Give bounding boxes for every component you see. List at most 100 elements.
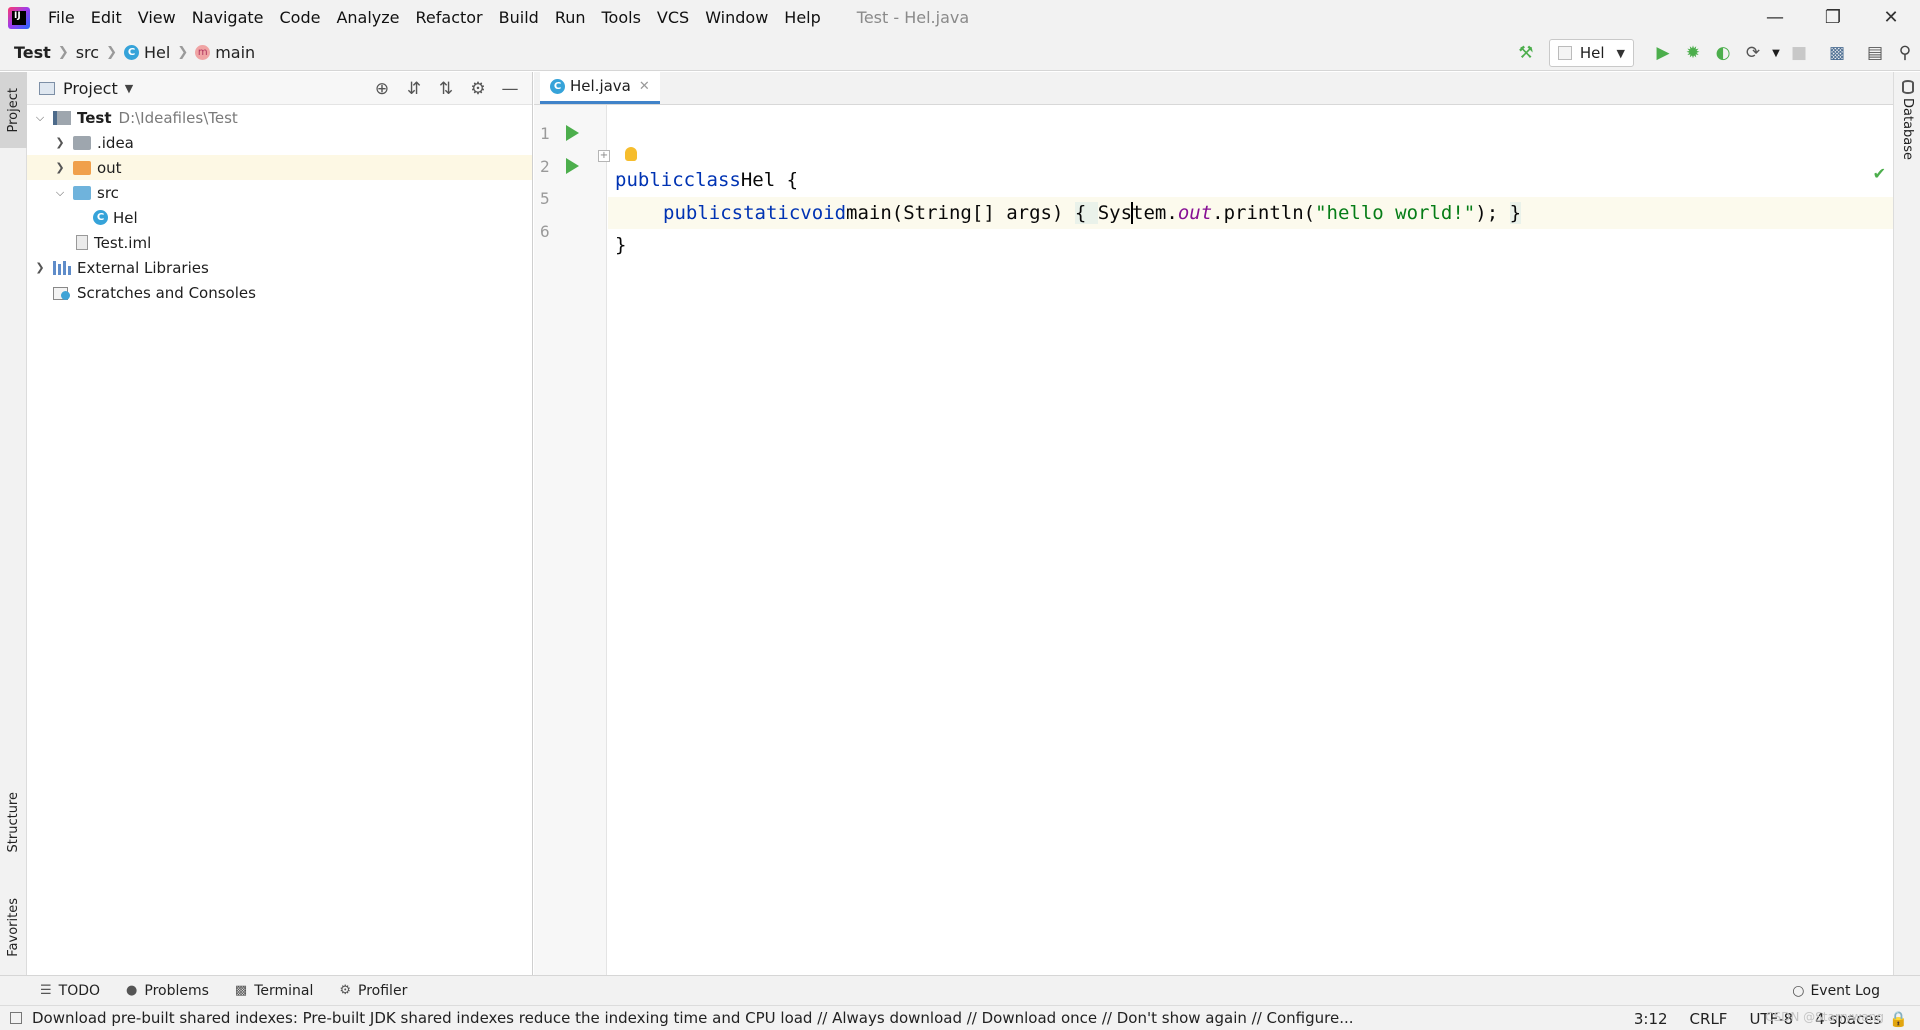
chevron-down-icon[interactable]: ⌵ [33, 111, 47, 125]
status-message[interactable]: Download pre-built shared indexes: Pre-b… [32, 1009, 1354, 1027]
chevron-right-icon[interactable]: ❯ [53, 161, 67, 174]
line-number: 2 [540, 157, 550, 176]
status-notification-icon[interactable] [10, 1012, 22, 1024]
build-hammer-icon[interactable]: ⚒ [1511, 38, 1541, 68]
status-bar: Download pre-built shared indexes: Pre-b… [0, 1005, 1920, 1030]
locate-file-icon[interactable]: ⊕ [366, 79, 398, 99]
menu-refactor[interactable]: Refactor [408, 0, 491, 35]
class-icon: C [123, 45, 139, 60]
intellij-logo-icon: IJ [8, 6, 30, 29]
tree-item-scratches[interactable]: Scratches and Consoles [27, 280, 532, 305]
tree-item-hel[interactable]: C Hel [27, 205, 532, 230]
caret-position[interactable]: 3:12 [1634, 1010, 1668, 1028]
tool-window-problems[interactable]: ● Problems [126, 983, 209, 999]
collapse-all-icon[interactable]: ⇅ [430, 79, 462, 99]
more-run-options-icon[interactable]: ▼ [1768, 38, 1784, 68]
tool-tab-project[interactable]: Project [0, 72, 27, 148]
tree-item-test-iml[interactable]: Test.iml [27, 230, 532, 255]
project-structure-icon[interactable]: ▩ [1822, 38, 1852, 68]
problems-icon: ● [126, 983, 138, 998]
folder-icon [73, 135, 91, 150]
method-icon: m [195, 45, 211, 60]
restore-icon[interactable]: ❐ [1804, 0, 1862, 35]
code-editor: C Hel.java ✕ 1 2 5 6 + public class Hel … [534, 71, 1894, 975]
fold-expand-icon[interactable]: + [598, 150, 610, 162]
chevron-right-icon[interactable]: ❯ [33, 261, 47, 274]
run-class-gutter-icon[interactable] [566, 125, 579, 141]
debug-bug-icon[interactable]: ✹ [1678, 38, 1708, 68]
breadcrumb-src[interactable]: src ❯ [76, 43, 124, 62]
search-everywhere-icon[interactable]: ⚲ [1890, 38, 1920, 68]
menu-help[interactable]: Help [776, 0, 828, 35]
main-toolbar: ⚒ Hel ▼ ▶ ✹ ◐ ⟳ ▼ ■ ▩ ▤ ⚲ [1511, 35, 1920, 71]
project-view-icon [39, 81, 55, 95]
tree-item-src[interactable]: ⌵ src [27, 180, 532, 205]
menu-code[interactable]: Code [272, 0, 329, 35]
no-problems-check-icon[interactable]: ✔ [1873, 164, 1886, 183]
watermark: CSDN @Starrywang [1765, 1010, 1884, 1024]
close-tab-icon[interactable]: ✕ [639, 79, 650, 94]
lightbulb-intention-icon[interactable] [625, 147, 637, 161]
library-icon [53, 260, 71, 275]
project-panel-tools: ⊕ ⇵ ⇅ ⚙ — [366, 72, 526, 105]
tree-item-out[interactable]: ❯ out [27, 155, 532, 180]
run-configuration-select[interactable]: Hel ▼ [1548, 39, 1634, 67]
line-separator[interactable]: CRLF [1690, 1010, 1728, 1028]
menu-build[interactable]: Build [491, 0, 547, 35]
event-log-button[interactable]: ○ Event Log [1792, 976, 1880, 1006]
tool-window-profiler[interactable]: ⚙ Profiler [339, 983, 407, 999]
tree-item-project-root[interactable]: ⌵ Test D:\Ideafiles\Test [27, 105, 532, 130]
code-line-1[interactable]: public class Hel { [615, 164, 798, 196]
minimize-icon[interactable]: — [1746, 0, 1804, 35]
gear-icon[interactable]: ⚙ [462, 79, 494, 99]
run-icon[interactable]: ▶ [1648, 38, 1678, 68]
expand-all-icon[interactable]: ⇵ [398, 79, 430, 99]
close-window-icon[interactable]: ✕ [1862, 0, 1920, 35]
tool-window-todo[interactable]: ☰ TODO [40, 983, 100, 999]
menu-window[interactable]: Window [697, 0, 776, 35]
window-title: Test - Hel.java [856, 8, 970, 27]
presentation-icon[interactable]: ▤ [1860, 38, 1890, 68]
profile-icon[interactable]: ⟳ [1738, 38, 1768, 68]
application-config-icon [1557, 46, 1572, 60]
module-icon [53, 110, 71, 125]
menu-vcs[interactable]: VCS [649, 0, 697, 35]
tab-hel-java[interactable]: C Hel.java ✕ [540, 71, 660, 104]
dropdown-arrow-icon[interactable]: ▼ [125, 82, 133, 95]
lock-icon[interactable]: 🔒 [1889, 1010, 1908, 1028]
menu-analyze[interactable]: Analyze [328, 0, 407, 35]
run-main-gutter-icon[interactable] [566, 158, 579, 174]
hide-panel-icon[interactable]: — [494, 79, 526, 99]
tree-item-external-libraries[interactable]: ❯ External Libraries [27, 255, 532, 280]
right-tool-strip: Database [1893, 72, 1920, 975]
line-number: 5 [540, 189, 550, 208]
speech-bubble-icon: ○ [1792, 983, 1805, 999]
scratches-icon [53, 286, 71, 300]
menu-file[interactable]: File [40, 0, 83, 35]
chevron-down-icon[interactable]: ⌵ [53, 186, 67, 200]
tool-window-terminal[interactable]: ▩ Terminal [235, 983, 313, 999]
breadcrumb-project[interactable]: Test ❯ [14, 43, 76, 62]
code-line-2[interactable]: public static void main(String[] args) {… [663, 197, 1522, 229]
tool-window-bar: ☰ TODO ● Problems ▩ Terminal ⚙ Profiler ○ Eve… [0, 975, 1920, 1005]
tool-tab-structure[interactable]: Structure [0, 777, 27, 867]
breadcrumb-class[interactable]: C Hel ❯ [123, 43, 195, 62]
tree-item-idea[interactable]: ❯ .idea [27, 130, 532, 155]
editor-tab-bar: C Hel.java ✕ [534, 71, 1894, 105]
menu-bar: IJ File Edit View Navigate Code Analyze … [0, 0, 1920, 35]
tool-tab-database[interactable]: Database [1894, 80, 1920, 160]
project-view-selector[interactable]: Project [63, 79, 118, 98]
menu-run[interactable]: Run [547, 0, 594, 35]
list-icon: ☰ [40, 983, 52, 998]
tool-tab-favorites[interactable]: Favorites [0, 882, 27, 972]
chevron-right-icon[interactable]: ❯ [53, 136, 67, 149]
coverage-icon[interactable]: ◐ [1708, 38, 1738, 68]
menu-edit[interactable]: Edit [83, 0, 130, 35]
menu-navigate[interactable]: Navigate [184, 0, 272, 35]
menu-tools[interactable]: Tools [594, 0, 649, 35]
stop-icon: ■ [1790, 43, 1808, 63]
menu-view[interactable]: View [130, 0, 184, 35]
breadcrumb-method[interactable]: m main [195, 43, 255, 62]
class-icon: C [93, 210, 108, 225]
code-line-5[interactable]: } [615, 229, 626, 261]
